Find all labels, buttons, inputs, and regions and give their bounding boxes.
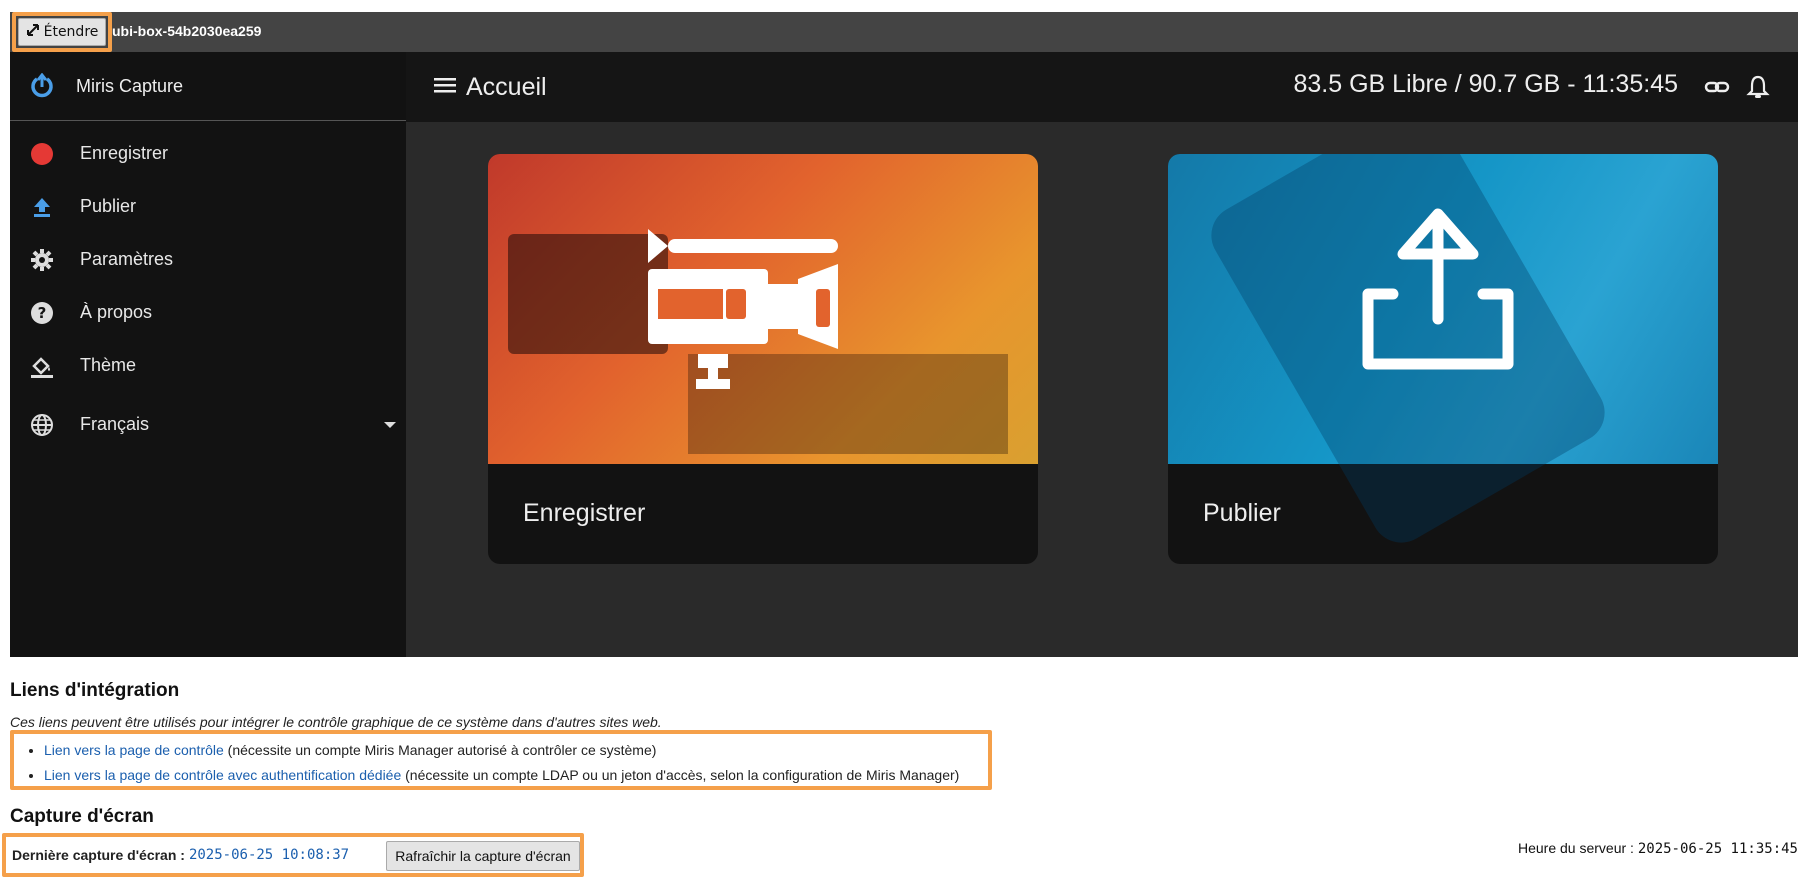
help-icon: ? [28,299,56,327]
share-upload-icon [1353,199,1523,384]
sidebar-item-label: Thème [80,355,137,375]
server-time-value: 2025-06-25 11:35:45 [1637,841,1798,857]
record-icon [28,140,56,168]
language-label: Français [80,414,150,434]
sidebar-item-record[interactable]: Enregistrer [10,127,406,180]
server-time-label: Heure du serveur : [1518,840,1634,856]
globe-icon [28,411,56,439]
sidebar-item-label: À propos [80,302,153,322]
sidebar: Miris Capture Enregistrer Publier Paramè… [10,52,406,657]
last-capture-value: 2025-06-25 10:08:37 [188,847,350,863]
expand-icon [26,23,40,41]
control-page-link[interactable]: Lien vers la page de contrôle [44,742,224,758]
sidebar-item-label: Publier [80,196,137,216]
box-name: ubi-box-54b2030ea259 [112,23,262,39]
publish-card-label: Publier [1203,499,1281,527]
sidebar-item-label: Paramètres [80,249,174,269]
chevron-down-icon [384,422,396,428]
storage-status: 83.5 GB Libre / 90.7 GB - 11:35:45 [1293,70,1679,98]
integration-title: Liens d'intégration [10,680,180,701]
sidebar-item-theme[interactable]: Thème [10,339,406,392]
list-item: Lien vers la page de contrôle (nécessite… [44,738,988,763]
language-selector[interactable]: Français [10,398,406,451]
sidebar-item-publish[interactable]: Publier [10,180,406,233]
screenshot-title: Capture d'écran [10,806,154,827]
app-frame: Miris Capture Enregistrer Publier Paramè… [10,52,1798,657]
record-card-label: Enregistrer [523,499,646,527]
sidebar-item-label: Enregistrer [80,143,169,163]
last-capture-label: Dernière capture d'écran : [12,847,185,863]
sidebar-item-about[interactable]: ? À propos [10,286,406,339]
bell-icon[interactable] [1746,74,1772,100]
video-camera-icon [638,229,868,394]
expand-button[interactable]: Étendre [18,18,106,46]
power-logo-icon [28,72,56,100]
list-item: Lien vers la page de contrôle avec authe… [44,763,988,788]
control-page-auth-link[interactable]: Lien vers la page de contrôle avec authe… [44,767,401,783]
integration-links: Lien vers la page de contrôle (nécessite… [10,730,992,790]
header: Accueil 83.5 GB Libre / 90.7 GB - 11:35:… [406,52,1798,122]
sidebar-item-settings[interactable]: Paramètres [10,233,406,286]
brand[interactable]: Miris Capture [10,52,406,121]
server-time: Heure du serveur : 2025-06-25 11:35:45 [1518,840,1798,857]
capture-panel: Dernière capture d'écran : 2025-06-25 10… [2,833,584,877]
paint-bucket-icon [28,352,56,380]
refresh-screenshot-button[interactable]: Rafraîchir la capture d'écran [386,841,580,871]
integration-description: Ces liens peuvent être utilisés pour int… [10,714,662,730]
expand-highlight: Étendre [12,12,112,52]
svg-text:?: ? [38,304,47,322]
link-icon[interactable] [1704,74,1730,100]
brand-label: Miris Capture [76,75,184,96]
menu-icon[interactable] [434,76,456,99]
page-title: Accueil [466,72,547,101]
record-card-image [488,154,1038,464]
gear-icon [28,246,56,274]
link-note: (nécessite un compte Miris Manager autor… [223,742,657,758]
link-note: (nécessite un compte LDAP ou un jeton d'… [401,767,960,783]
publish-card[interactable]: Publier [1168,154,1718,564]
top-bar: Étendre ubi-box-54b2030ea259 [10,12,1798,52]
upload-icon [28,193,56,221]
record-card[interactable]: Enregistrer [488,154,1038,564]
publish-card-image [1168,154,1718,554]
expand-label: Étendre [43,24,99,40]
